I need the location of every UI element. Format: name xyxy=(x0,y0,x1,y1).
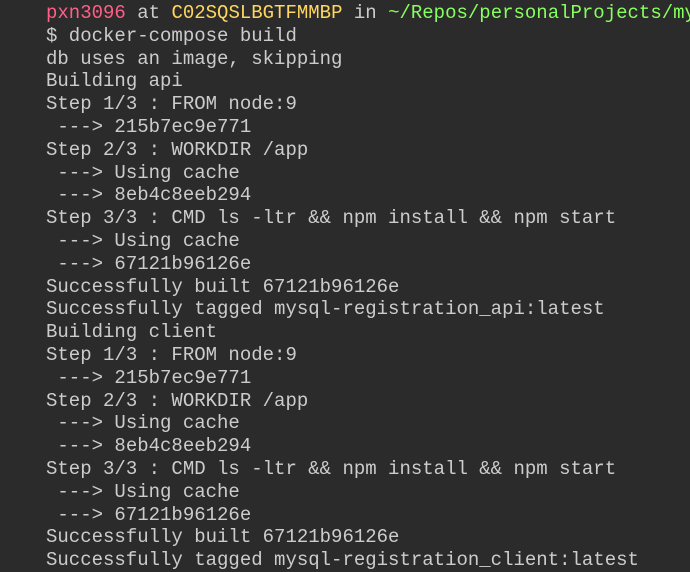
terminal-output: pxn3096 at C02SQSLBGTFMMBP in ~/Repos/pe… xyxy=(0,0,690,572)
terminal-line: Successfully built 67121b96126e xyxy=(46,276,690,299)
prompt-user: pxn3096 xyxy=(46,2,126,24)
terminal-line: db uses an image, skipping xyxy=(46,48,690,71)
terminal-line: $ docker-compose build xyxy=(46,25,690,48)
terminal-line: ---> 215b7ec9e771 xyxy=(46,116,690,139)
terminal-line: Step 2/3 : WORKDIR /app xyxy=(46,139,690,162)
terminal-line: Step 1/3 : FROM node:9 xyxy=(46,93,690,116)
prompt-host: C02SQSLBGTFMMBP xyxy=(171,2,342,24)
terminal-line: Successfully tagged mysql-registration_a… xyxy=(46,298,690,321)
prompt-path: ~/Repos/personalProjects/mys xyxy=(388,2,690,24)
terminal-line: ---> Using cache xyxy=(46,162,690,185)
terminal-line: ---> 67121b96126e xyxy=(46,253,690,276)
terminal-line: ---> Using cache xyxy=(46,412,690,435)
terminal-line: ---> 215b7ec9e771 xyxy=(46,367,690,390)
terminal-line: Building client xyxy=(46,321,690,344)
terminal-line: ---> 8eb4c8eeb294 xyxy=(46,435,690,458)
terminal-line: ---> 67121b96126e xyxy=(46,504,690,527)
terminal-line: Step 1/3 : FROM node:9 xyxy=(46,344,690,367)
prompt-at: at xyxy=(126,2,172,24)
terminal-line: Successfully built 67121b96126e xyxy=(46,526,690,549)
terminal-line: Building api xyxy=(46,70,690,93)
prompt-in: in xyxy=(342,2,388,24)
terminal-line: ---> 8eb4c8eeb294 xyxy=(46,184,690,207)
terminal-line: Step 2/3 : WORKDIR /app xyxy=(46,390,690,413)
terminal-line: ---> Using cache xyxy=(46,230,690,253)
terminal-line: Step 3/3 : CMD ls -ltr && npm install &&… xyxy=(46,458,690,481)
terminal-line: Step 3/3 : CMD ls -ltr && npm install &&… xyxy=(46,207,690,230)
terminal-line: ---> Using cache xyxy=(46,481,690,504)
prompt-line: pxn3096 at C02SQSLBGTFMMBP in ~/Repos/pe… xyxy=(46,0,690,25)
